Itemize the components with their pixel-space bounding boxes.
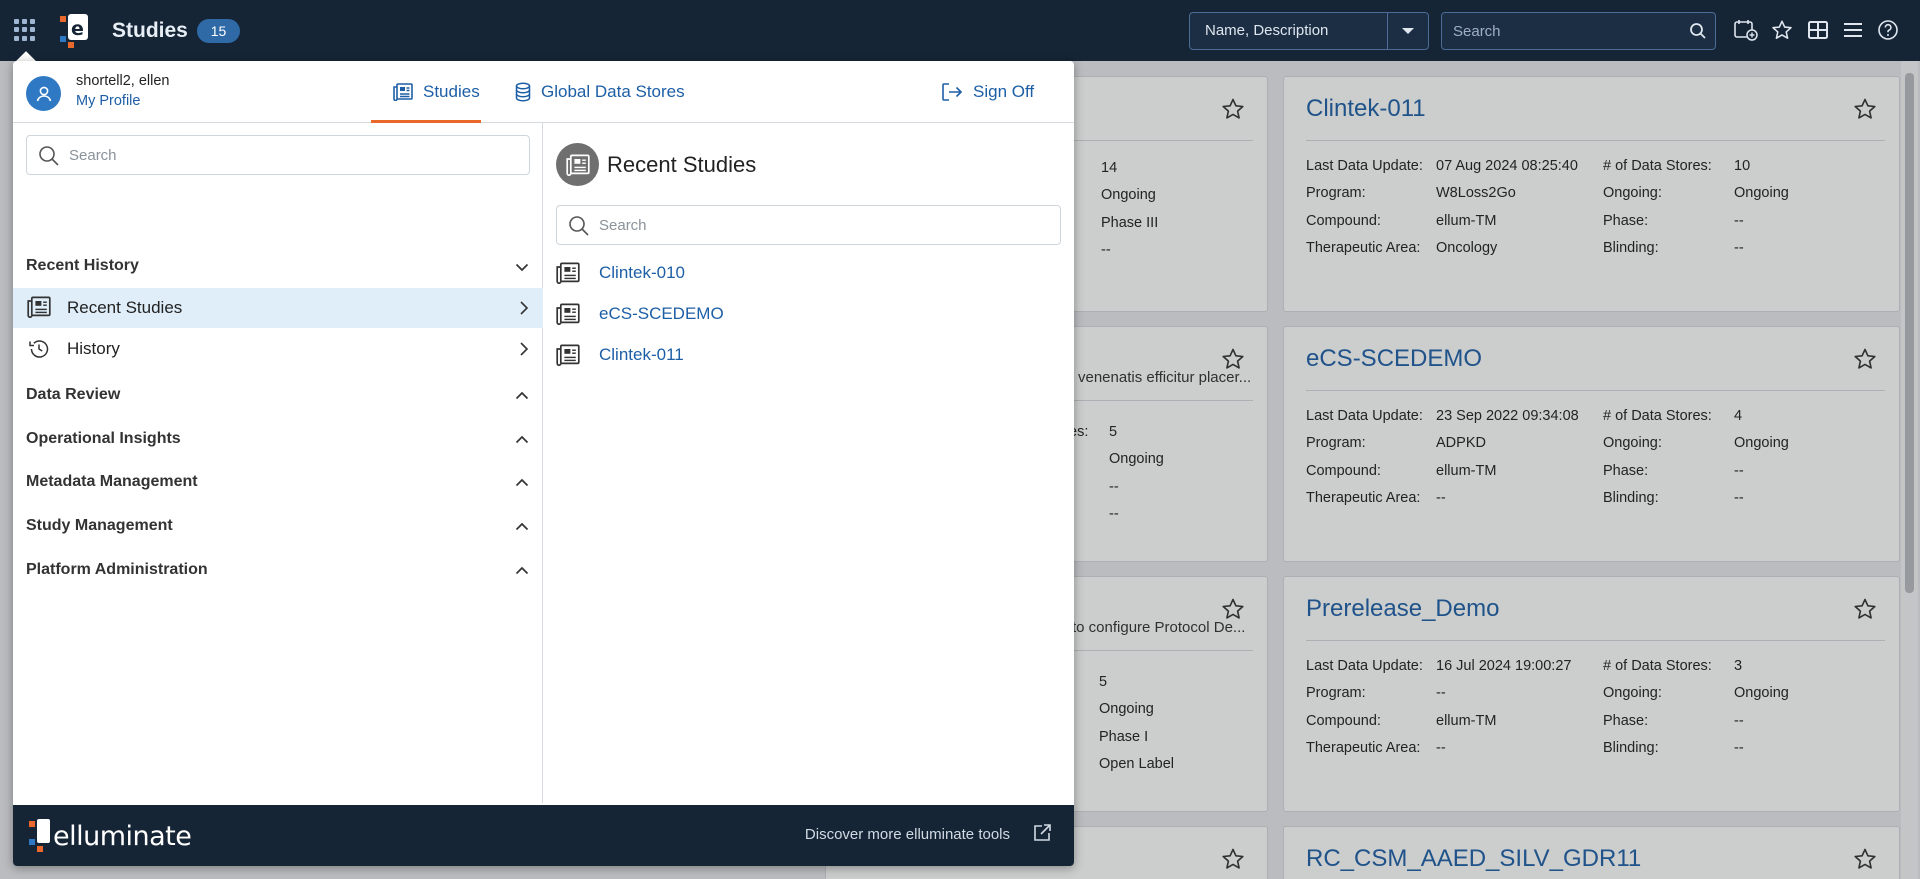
studies-icon — [556, 262, 580, 289]
studies-icon — [556, 303, 580, 330]
section-label: Data Review — [26, 386, 121, 403]
menu-search-input[interactable] — [27, 136, 529, 174]
chevron-up-icon[interactable] — [515, 563, 529, 581]
chevron-down-icon[interactable] — [515, 259, 529, 277]
section-label: Platform Administration — [26, 561, 208, 578]
nav-item-label: History — [67, 339, 120, 358]
elluminate-logo-icon[interactable]: e — [58, 14, 90, 48]
svg-text:e: e — [71, 18, 84, 40]
chevron-right-icon — [519, 341, 529, 362]
section-platform-administration[interactable]: Platform Administration — [26, 555, 543, 585]
nav-item-recent-studies[interactable]: Recent Studies — [13, 288, 543, 328]
studies-icon — [556, 143, 599, 186]
studies-icon — [27, 296, 51, 323]
recent-study-link[interactable]: eCS-SCEDEMO — [599, 304, 724, 324]
recent-studies-search[interactable] — [556, 205, 1061, 245]
pane-title: Recent Studies — [607, 152, 757, 177]
top-bar: e Studies 15 Name, Description — [0, 0, 1920, 61]
tab-studies[interactable]: Studies — [371, 61, 481, 123]
menu-left-pane: Recent History Recent Studies History Da… — [13, 123, 543, 803]
help-icon[interactable] — [1875, 17, 1901, 43]
sign-off-button[interactable]: Sign Off — [941, 61, 1034, 123]
section-operational-insights[interactable]: Operational Insights — [26, 424, 543, 454]
history-icon — [27, 337, 51, 366]
section-study-management[interactable]: Study Management — [26, 511, 543, 541]
page-title: Studies — [112, 19, 188, 42]
external-link-icon[interactable] — [1032, 823, 1052, 848]
elluminate-brand-logo: elluminate — [29, 819, 192, 853]
studies-icon — [556, 344, 580, 371]
nav-item-history[interactable]: History — [13, 329, 543, 369]
section-label: Metadata Management — [26, 473, 198, 490]
recent-study-item[interactable]: Clintek-011 — [556, 338, 1061, 372]
search-icon[interactable] — [1689, 22, 1707, 45]
my-profile-link[interactable]: My Profile — [76, 93, 140, 109]
tab-studies-label: Studies — [423, 82, 480, 101]
flyout-header: shortell2, ellen My Profile Studies Glob… — [13, 61, 1074, 123]
grid-view-icon[interactable] — [1805, 17, 1831, 43]
menu-right-pane: Recent Studies Clintek-010 eCS-SCEDEMO C… — [544, 123, 1074, 803]
chevron-down-icon[interactable] — [1388, 13, 1428, 49]
discover-tools-link[interactable]: Discover more elluminate tools — [805, 826, 1010, 843]
star-icon[interactable] — [1769, 17, 1795, 43]
database-icon — [515, 82, 531, 102]
search-icon — [38, 145, 60, 172]
user-avatar-icon[interactable] — [26, 76, 61, 111]
user-name: shortell2, ellen — [76, 73, 170, 89]
chevron-up-icon[interactable] — [515, 432, 529, 450]
elluminate-logo-icon — [29, 819, 50, 852]
search-field-value: Name, Description — [1190, 13, 1388, 49]
section-recent-history[interactable]: Recent History — [26, 251, 543, 281]
apps-grid-icon[interactable] — [14, 19, 36, 41]
section-label: Recent History — [26, 257, 139, 274]
navigation-flyout: shortell2, ellen My Profile Studies Glob… — [13, 61, 1074, 866]
studies-icon — [393, 83, 413, 101]
section-label: Operational Insights — [26, 430, 181, 447]
recent-study-item[interactable]: Clintek-010 — [556, 256, 1061, 290]
recent-study-item[interactable]: eCS-SCEDEMO — [556, 297, 1061, 331]
recent-study-link[interactable]: Clintek-010 — [599, 263, 685, 283]
recent-studies-search-input[interactable] — [557, 206, 1060, 244]
section-metadata-management[interactable]: Metadata Management — [26, 467, 543, 497]
search-field-select[interactable]: Name, Description — [1189, 12, 1429, 50]
brand-wordmark: elluminate — [53, 820, 192, 852]
tab-global-data-stores[interactable]: Global Data Stores — [515, 61, 685, 123]
header-search-input[interactable] — [1442, 13, 1715, 49]
chevron-up-icon[interactable] — [515, 519, 529, 537]
list-view-icon[interactable] — [1840, 17, 1866, 43]
search-icon — [568, 215, 590, 242]
nav-item-label: Recent Studies — [67, 298, 183, 317]
calendar-add-icon[interactable] — [1733, 17, 1759, 43]
section-data-review[interactable]: Data Review — [26, 380, 543, 410]
chevron-up-icon[interactable] — [515, 475, 529, 493]
tab-global-data-stores-label: Global Data Stores — [541, 82, 685, 101]
section-label: Study Management — [26, 517, 173, 534]
recent-study-link[interactable]: Clintek-011 — [599, 345, 684, 365]
sign-off-label: Sign Off — [973, 82, 1035, 101]
chevron-right-icon — [519, 300, 529, 321]
flyout-footer: elluminate Discover more elluminate tool… — [13, 805, 1074, 866]
header-search[interactable] — [1441, 12, 1716, 50]
menu-search[interactable] — [26, 135, 530, 175]
sign-out-icon — [941, 82, 963, 102]
study-count-badge: 15 — [197, 19, 240, 43]
chevron-up-icon[interactable] — [515, 388, 529, 406]
